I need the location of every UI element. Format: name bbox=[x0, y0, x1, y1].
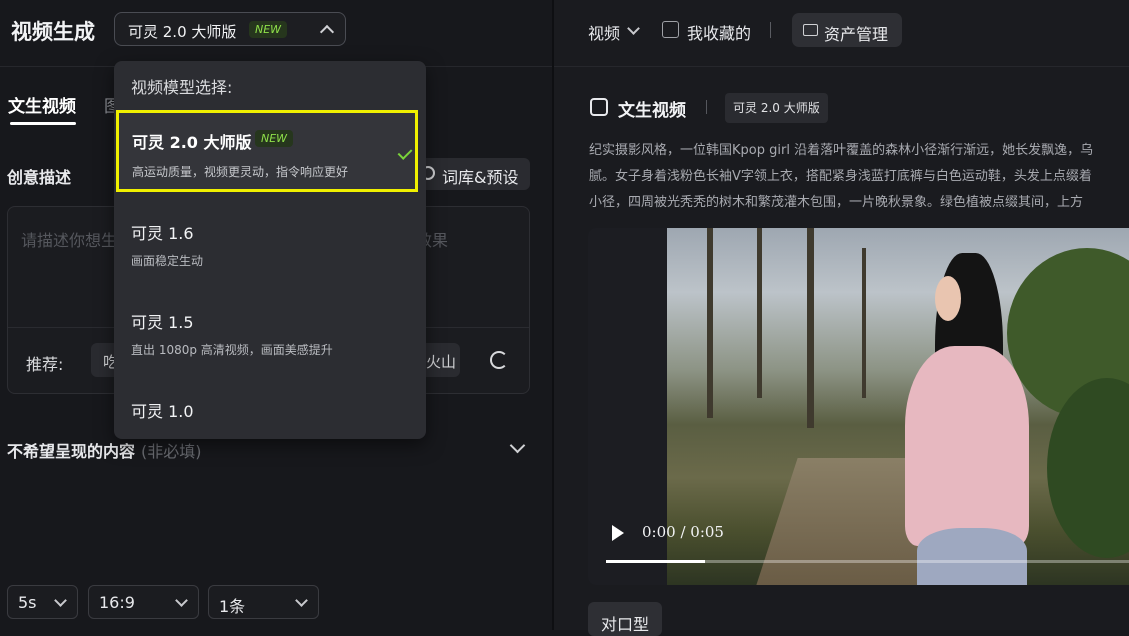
favorites-label: 我收藏的 bbox=[687, 24, 752, 43]
separator bbox=[770, 22, 771, 38]
option-desc: 直出 1080p 高清视频，画面美感提升 bbox=[131, 343, 333, 357]
asset-management-button[interactable]: 资产管理 bbox=[792, 13, 902, 47]
model-option[interactable]: 可灵 1.5 直出 1080p 高清视频，画面美感提升 bbox=[118, 294, 420, 374]
chevron-up-icon bbox=[319, 24, 335, 40]
model-dropdown: 视频模型选择: 可灵 2.0 大师版 NEW 高运动质量，视频更灵动，指令响应更… bbox=[114, 61, 426, 439]
new-badge: NEW bbox=[255, 130, 294, 147]
ratio-value: 16:9 bbox=[99, 593, 135, 612]
video-icon bbox=[590, 98, 608, 116]
recommend-label: 推荐: bbox=[26, 355, 64, 374]
asset-label: 资产管理 bbox=[824, 25, 889, 44]
duration-select[interactable]: 5s bbox=[7, 585, 78, 619]
prompt-description: 纪实摄影风格，一位韩国Kpop girl 沿着落叶覆盖的森林小径渐行渐远，她长发… bbox=[589, 138, 1129, 216]
folder-icon bbox=[803, 24, 818, 36]
tab-text-to-video[interactable]: 文生视频 bbox=[8, 92, 76, 117]
option-name: 可灵 1.6 bbox=[131, 224, 194, 243]
option-desc: 高运动质量，视频更灵动，指令响应更好 bbox=[132, 165, 349, 179]
description-line: 小径，四周被光秃秃的树木和繁茂灌木包围，一片晚秋景象。绿色植被点缀其间，上方 bbox=[589, 195, 1084, 210]
negative-prompt-label: 不希望呈现的内容 bbox=[7, 442, 136, 461]
option-desc: 画面稳定生动 bbox=[131, 254, 204, 268]
new-badge: NEW bbox=[249, 21, 288, 38]
dropdown-header: 视频模型选择: bbox=[131, 78, 233, 97]
active-tab-underline bbox=[10, 122, 76, 125]
duration-value: 5s bbox=[18, 593, 37, 612]
app-title: 视频生成 bbox=[11, 20, 95, 44]
prompt-placeholder: 请描述你想生 bbox=[21, 231, 118, 250]
chevron-down-icon bbox=[54, 594, 67, 607]
option-name: 可灵 1.0 bbox=[131, 402, 194, 421]
refresh-icon[interactable] bbox=[490, 351, 508, 369]
model-option[interactable]: 可灵 1.0 bbox=[118, 383, 420, 433]
lip-sync-label: 对口型 bbox=[601, 615, 650, 634]
count-select[interactable]: 1条 bbox=[208, 585, 319, 619]
checkmark-icon bbox=[397, 145, 413, 160]
lexicon-label: 词库&预设 bbox=[442, 168, 519, 187]
play-icon[interactable] bbox=[612, 525, 624, 541]
model-option[interactable]: 可灵 1.6 画面稳定生动 bbox=[118, 205, 420, 285]
video-thumbnail bbox=[667, 228, 1129, 585]
chevron-down-icon bbox=[295, 594, 308, 607]
section-title: 文生视频 bbox=[618, 101, 686, 121]
negative-prompt-optional: (非必填) bbox=[141, 442, 202, 461]
description-line: 纪实摄影风格，一位韩国Kpop girl 沿着落叶覆盖的森林小径渐行渐远，她长发… bbox=[589, 143, 1094, 158]
model-select-label: 可灵 2.0 大师版 bbox=[128, 23, 237, 41]
option-name: 可灵 1.5 bbox=[131, 313, 194, 332]
lexicon-preset-button[interactable]: 词库&预设 bbox=[412, 158, 530, 190]
ratio-select[interactable]: 16:9 bbox=[88, 585, 199, 619]
chevron-down-icon bbox=[175, 594, 188, 607]
description-line: 腻。女子身着浅粉色长袖V字领上衣，搭配紧身浅蓝打底裤与白色运动鞋，头发上点缀着 bbox=[589, 169, 1092, 184]
progress-fill bbox=[606, 560, 705, 563]
chip-label: 火山 bbox=[426, 353, 457, 371]
creative-label: 创意描述 bbox=[7, 168, 72, 187]
video-menu[interactable]: 视频 bbox=[588, 20, 620, 44]
count-value: 1条 bbox=[219, 597, 246, 616]
lip-sync-button[interactable]: 对口型 bbox=[588, 602, 662, 636]
video-time: 0:00 / 0:05 bbox=[642, 523, 724, 541]
model-option-selected[interactable]: 可灵 2.0 大师版 NEW 高运动质量，视频更灵动，指令响应更好 bbox=[116, 110, 418, 192]
option-name: 可灵 2.0 大师版 bbox=[132, 133, 252, 152]
section-separator bbox=[706, 100, 707, 114]
model-select[interactable]: 可灵 2.0 大师版 NEW bbox=[114, 12, 346, 46]
model-tag: 可灵 2.0 大师版 bbox=[725, 93, 828, 123]
favorites-checkbox[interactable] bbox=[662, 21, 679, 38]
right-header-line bbox=[554, 66, 1129, 67]
